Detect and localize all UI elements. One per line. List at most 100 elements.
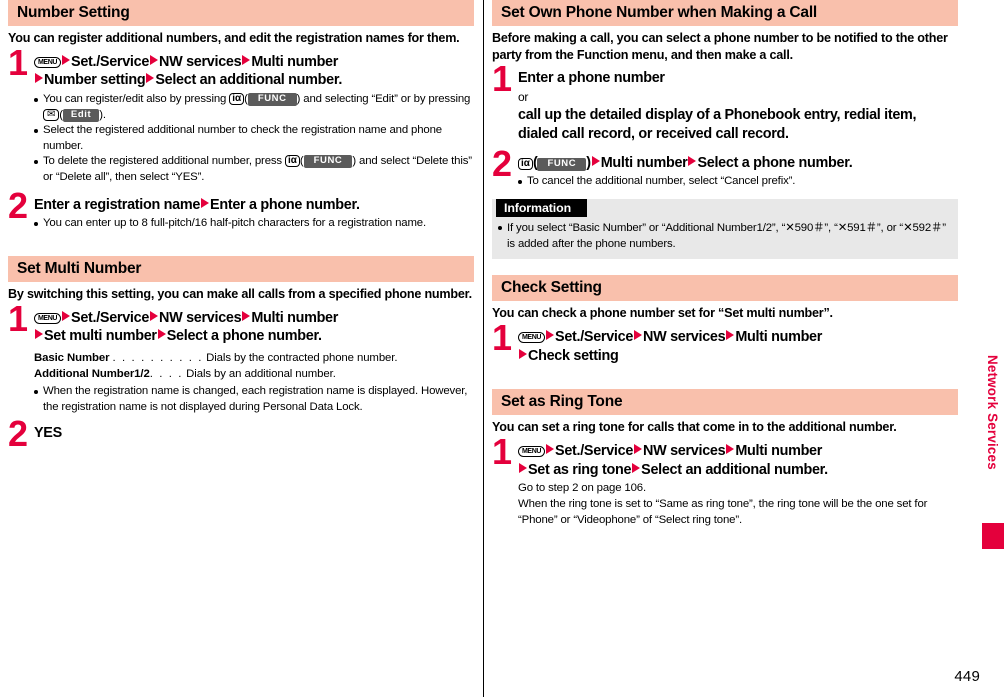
definition-row: Additional Number1/2. . . . Dials by an … [34, 366, 474, 382]
note-item: If you select “Basic Number” or “Additio… [498, 220, 951, 252]
step-instruction: MENU Set./Service NW services Multi number C… [518, 327, 958, 365]
arrow-icon [201, 197, 210, 208]
menu-key-icon: MENU [518, 445, 546, 458]
information-box: Information If you select “Basic Number”… [492, 198, 958, 260]
step-target-1: YES [34, 424, 62, 441]
note-text: Select the registered additional number … [43, 124, 442, 152]
step-target-2: NW services [159, 309, 242, 326]
step-instruction: YES [34, 423, 474, 443]
step-instruction: Enter a registration name Enter a phone n… [34, 195, 474, 215]
section-heading-set-own-phone-number: Set Own Phone Number when Making a Call [492, 0, 958, 26]
arrow-icon [519, 348, 527, 359]
definition-row: Basic Number . . . . . . . . . . Dials b… [34, 350, 474, 366]
note-item: Select the registered additional number … [34, 123, 474, 154]
softkey-edit: Edit [62, 108, 100, 122]
step-instruction: MENU Set./Service NW services Multi number S… [34, 308, 474, 346]
menu-key-icon: MENU [34, 312, 62, 324]
arrow-icon [519, 462, 527, 473]
softkey-func: FUNC [247, 92, 297, 106]
step-2-set-own-phone-number: 2 iα(FUNC) Multi number Select a phone num… [492, 145, 958, 190]
step-target-2: Enter a phone number. [210, 196, 360, 213]
step-target-4: Check setting [528, 347, 619, 364]
ifunc-key-icon: iα [518, 157, 533, 170]
step-number: 1 [8, 41, 29, 83]
step-target-4: Number setting [44, 72, 146, 89]
column-divider [483, 0, 484, 697]
note-item: You can enter up to 8 full-pitch/16 half… [34, 216, 474, 232]
left-column: Number Setting You can register addition… [8, 0, 474, 451]
arrow-icon [157, 329, 166, 340]
note-text: . [102, 108, 106, 121]
ifunc-key-icon: iα [229, 92, 245, 105]
step-target-2: NW services [643, 442, 726, 459]
step-number: 1 [492, 430, 513, 472]
arrow-icon [242, 310, 251, 321]
leader-dots: . . . . [149, 368, 184, 381]
step-1-check-setting: 1 MENU Set./Service NW services Multi numbe… [492, 319, 958, 365]
arrow-icon [150, 54, 159, 65]
step-1-set-as-ring-tone: 1 MENU Set./Service NW services Multi numbe… [492, 433, 958, 479]
definition-list: Basic Number . . . . . . . . . . Dials b… [34, 350, 474, 382]
section-intro-set-own-phone-number: Before making a call, you can select a p… [492, 30, 948, 62]
arrow-icon [150, 310, 159, 321]
mail-key-icon: ✉ [43, 108, 60, 121]
note-item: To delete the registered additional numb… [34, 154, 474, 185]
step-target-5: Select a phone number. [166, 328, 322, 345]
softkey-func: FUNC [537, 157, 587, 171]
definition-desc: Dials by the contracted phone number. [206, 352, 398, 365]
arrow-icon [726, 329, 735, 340]
manual-page: Number Setting You can register addition… [0, 0, 1004, 697]
step-notes-list: You can register/edit also by pressing i… [34, 92, 474, 186]
step-number: 1 [492, 58, 513, 100]
step-number: 2 [8, 184, 29, 226]
step-target-1: Enter a phone number [518, 70, 665, 87]
arrow-icon [591, 155, 600, 166]
section-intro-set-multi-number: By switching this setting, you can make … [8, 286, 472, 301]
step-target-1: Multi number [600, 154, 688, 171]
step-target-2: call up the detailed display of a Phoneb… [518, 107, 917, 142]
note-text: When the registration name is changed, e… [43, 385, 468, 414]
step-1-set-multi-number: 1 MENU Set./Service NW services Multi numbe… [8, 300, 474, 346]
step-target-3: Multi number [735, 442, 823, 459]
arrow-icon [62, 310, 71, 321]
definition-term: Basic Number [34, 352, 110, 365]
step-instruction: MENU Set./Service NW services Multi number N… [34, 52, 474, 90]
arrow-icon [35, 73, 43, 84]
arrow-icon [242, 54, 251, 65]
step-2-set-multi-number: 2 YES [8, 415, 474, 451]
step-target-2: Select a phone number. [697, 154, 853, 171]
softkey-func: FUNC [303, 155, 353, 169]
step-target-2: NW services [643, 328, 726, 345]
plain-note-line: When the ring tone is set to “Same as ri… [518, 498, 928, 527]
deflist-notes-list: When the registration name is changed, e… [34, 384, 474, 415]
plain-note-line: Go to step 2 on page 106. [518, 482, 646, 495]
definition-desc: Dials by an additional number. [186, 368, 336, 381]
side-chapter-tab-marker [982, 523, 1004, 549]
arrow-icon [35, 329, 43, 340]
step-target-3: Multi number [251, 53, 339, 70]
information-notes-list: If you select “Basic Number” or “Additio… [498, 220, 951, 252]
step-target-1: Set./Service [71, 53, 150, 70]
note-text: If you select “Basic Number” or “Additio… [507, 221, 946, 251]
note-text: You can register/edit also by pressing [43, 92, 230, 105]
ifunc-key-icon: iα [284, 155, 300, 168]
step-target-4: Set multi number [44, 328, 157, 345]
section-intro-number-setting: You can register additional numbers, and… [8, 30, 460, 45]
step-notes-list: To cancel the additional number, select … [518, 174, 958, 190]
step-target-1: Set./Service [71, 309, 150, 326]
step-target-3: Multi number [735, 328, 823, 345]
step-1-number-setting: 1 MENU Set./Service NW services Multi numbe… [8, 44, 474, 186]
arrow-icon [146, 73, 155, 84]
step-target-5: Select an additional number. [155, 72, 343, 89]
step-target-1: Set./Service [555, 328, 634, 345]
section-heading-set-as-ring-tone: Set as Ring Tone [492, 389, 958, 416]
step-number: 2 [492, 142, 513, 184]
step-instruction: MENU Set./Service NW services Multi number S… [518, 441, 958, 479]
arrow-icon [634, 443, 643, 454]
arrow-icon [546, 329, 555, 340]
section-intro-set-as-ring-tone: You can set a ring tone for calls that c… [492, 420, 897, 435]
arrow-icon [634, 329, 643, 340]
note-text: To delete the registered additional numb… [43, 155, 285, 168]
page-number: 449 [954, 668, 980, 685]
arrow-icon [726, 443, 735, 454]
